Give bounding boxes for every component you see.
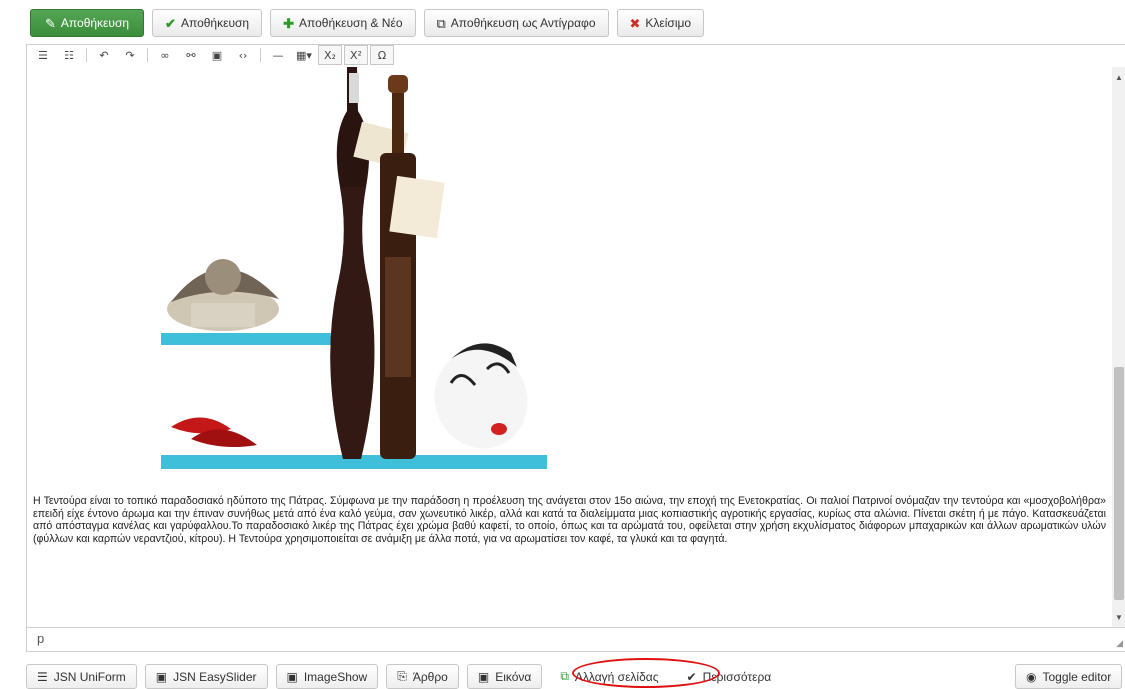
- article-paragraph: Η Τεντούρα είναι το τοπικό παραδοσιακό η…: [33, 495, 1106, 545]
- resize-handle-icon[interactable]: ◢: [1116, 638, 1123, 649]
- action-toolbar: ✎ Αποθήκευση ✔ Αποθήκευση ✚ Αποθήκευση &…: [30, 8, 705, 38]
- copy-icon: ⧉: [560, 669, 569, 683]
- close-icon: ✖: [629, 15, 641, 31]
- apply-label: Αποθήκευση: [180, 16, 250, 30]
- eye-icon: ◉: [1026, 669, 1037, 684]
- jsn-uniform-button[interactable]: ☰ JSN UniForm: [26, 664, 137, 689]
- save-copy-label: Αποθήκευση ως Αντίγραφο: [450, 16, 596, 30]
- editor-content[interactable]: Η Τεντούρα είναι το τοπικό παραδοσιακό η…: [33, 67, 1109, 627]
- bullet-list-icon[interactable]: ☰: [31, 45, 55, 65]
- subscript-icon[interactable]: X₂: [318, 45, 342, 65]
- save-copy-button[interactable]: ⧉ Αποθήκευση ως Αντίγραφο: [423, 9, 609, 37]
- image-button[interactable]: ▣ Εικόνα: [466, 664, 543, 689]
- pagebreak-button[interactable]: ⧉ Αλλαγή σελίδας: [550, 664, 668, 689]
- editor-toolbar: ☰ ☷ ↶ ↷ ∞ ⚯ ▣ ‹› — ▦▾ X₂ X² Ω: [27, 45, 394, 65]
- toolbar-separator: [86, 48, 87, 62]
- picture-icon: ▣: [155, 669, 168, 684]
- picture-icon: ▣: [477, 669, 490, 684]
- more-button[interactable]: ✔ Περισσότερα: [677, 664, 782, 689]
- jsn-uniform-label: JSN UniForm: [53, 669, 126, 684]
- file-add-icon: ⎘: [397, 669, 407, 683]
- save-new-label: Αποθήκευση & Νέο: [299, 16, 403, 30]
- apply-button[interactable]: ✔ Αποθήκευση: [152, 9, 263, 37]
- edit-icon: ✎: [45, 15, 56, 31]
- horizontal-rule-icon[interactable]: —: [266, 45, 290, 65]
- save-label: Αποθήκευση: [60, 16, 130, 30]
- pagebreak-label: Αλλαγή σελίδας: [574, 669, 659, 684]
- close-button[interactable]: ✖ Κλείσιμο: [616, 9, 705, 37]
- imageshow-button[interactable]: ▣ ImageShow: [275, 664, 379, 689]
- scroll-down-icon[interactable]: ▼: [1112, 611, 1125, 625]
- editor-scrollbar[interactable]: ▲ ▼: [1112, 67, 1125, 627]
- article-label: Άρθρο: [412, 669, 448, 684]
- toolbar-separator: [260, 48, 261, 62]
- imageshow-label: ImageShow: [303, 669, 368, 684]
- superscript-icon[interactable]: X²: [344, 45, 368, 65]
- more-label: Περισσότερα: [702, 669, 772, 684]
- check-icon: ✔: [165, 15, 176, 31]
- scroll-up-icon[interactable]: ▲: [1112, 71, 1125, 85]
- scrollbar-thumb[interactable]: [1114, 367, 1124, 600]
- redo-icon[interactable]: ↷: [118, 45, 142, 65]
- list-icon: ☰: [37, 669, 48, 684]
- editor-statusbar: p ◢: [26, 628, 1125, 652]
- code-icon[interactable]: ‹›: [231, 45, 255, 65]
- image-label: Εικόνα: [495, 669, 532, 684]
- numbered-list-icon[interactable]: ☷: [57, 45, 81, 65]
- image-icon[interactable]: ▣: [205, 45, 229, 65]
- rich-text-editor: ☰ ☷ ↶ ↷ ∞ ⚯ ▣ ‹› — ▦▾ X₂ X² Ω Η Τεντούρα…: [26, 44, 1125, 628]
- toggle-editor-label: Toggle editor: [1042, 669, 1112, 684]
- copy-icon: ⧉: [436, 15, 446, 31]
- unlink-icon[interactable]: ⚯: [179, 45, 203, 65]
- close-label: Κλείσιμο: [645, 16, 692, 30]
- article-button[interactable]: ⎘ Άρθρο: [386, 664, 459, 689]
- jsn-easyslider-button[interactable]: ▣ JSN EasySlider: [144, 664, 268, 689]
- editor-extension-buttons: ☰ JSN UniForm ▣ JSN EasySlider ▣ ImageSh…: [26, 664, 1123, 689]
- special-character-icon[interactable]: Ω: [370, 45, 394, 65]
- chevron-down-icon: ✔: [686, 669, 697, 684]
- toggle-editor-button[interactable]: ◉ Toggle editor: [1015, 664, 1123, 689]
- link-icon[interactable]: ∞: [153, 45, 177, 65]
- table-icon[interactable]: ▦▾: [292, 45, 316, 65]
- tentoura-bottles-image: [161, 67, 547, 481]
- picture-icon: ▣: [286, 669, 298, 684]
- toolbar-separator: [147, 48, 148, 62]
- element-path[interactable]: p: [37, 631, 44, 646]
- undo-icon[interactable]: ↶: [92, 45, 116, 65]
- plus-icon: ✚: [283, 15, 294, 31]
- save-new-button[interactable]: ✚ Αποθήκευση & Νέο: [270, 9, 416, 37]
- jsn-easyslider-label: JSN EasySlider: [173, 669, 257, 684]
- save-button[interactable]: ✎ Αποθήκευση: [30, 9, 145, 37]
